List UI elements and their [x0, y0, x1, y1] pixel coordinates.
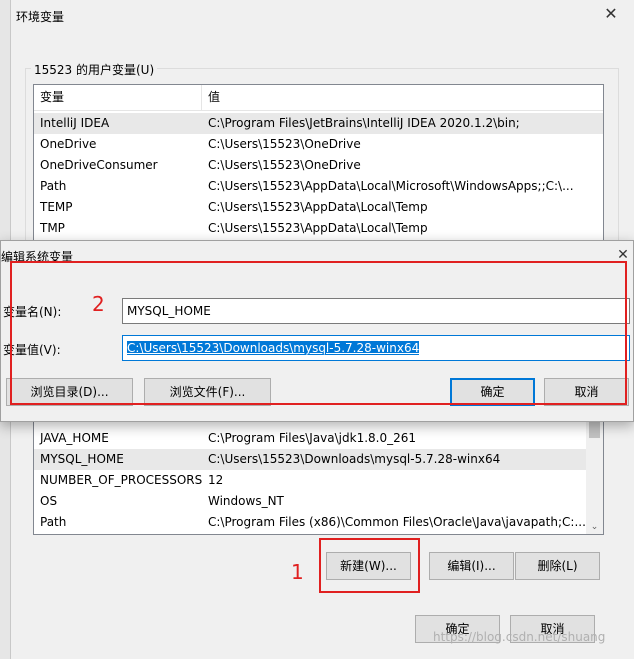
- table-row[interactable]: OneDriveConsumer C:\Users\15523\OneDrive: [34, 155, 603, 176]
- user-vars-group-label: 15523 的用户变量(U): [31, 61, 158, 78]
- list-header: 变量 值: [34, 85, 603, 111]
- row-name: IntelliJ IDEA: [40, 116, 110, 130]
- row-value: C:\Users\15523\OneDrive: [208, 158, 361, 172]
- row-value: C:\Program Files\Java\jdk1.8.0_261: [208, 431, 417, 445]
- row-name: OneDrive: [40, 137, 97, 151]
- annotation-number-1: 1: [291, 560, 304, 584]
- edit-variable-dialog: 编辑系统变量 ✕ 变量名(N): MYSQL_HOME 变量值(V): C:\U…: [0, 240, 634, 422]
- row-value: C:\Users\15523\Downloads\mysql-5.7.28-wi…: [208, 452, 501, 466]
- vertical-scrollbar[interactable]: ⌄: [586, 406, 603, 534]
- table-row[interactable]: IntelliJ IDEA C:\Program Files\JetBrains\…: [34, 113, 603, 134]
- row-name: TEMP: [40, 200, 73, 214]
- watermark: https://blog.csdn.net/shuang: [433, 630, 606, 644]
- edit-button[interactable]: 编辑(I)...: [429, 552, 514, 580]
- table-row[interactable]: JAVA_HOME C:\Program Files\Java\jdk1.8.0_…: [34, 428, 603, 449]
- table-row[interactable]: OS Windows_NT: [34, 491, 603, 512]
- row-name: Path: [40, 179, 67, 193]
- header-value[interactable]: 值: [208, 85, 220, 110]
- row-name: JAVA_HOME: [40, 431, 109, 445]
- row-value: C:\Users\15523\AppData\Local\Temp: [208, 200, 428, 214]
- row-value: C:\Program Files (x86)\Common Files\Orac…: [208, 515, 586, 529]
- row-value: C:\Users\15523\AppData\Local\Temp: [208, 221, 428, 235]
- annotation-box-1: [319, 538, 420, 593]
- system-vars-list[interactable]: JAVA_HOME C:\Program Files\Java\jdk1.8.0_…: [33, 405, 604, 535]
- table-row[interactable]: NUMBER_OF_PROCESSORS 12: [34, 470, 603, 491]
- window-title: 环境变量: [16, 10, 65, 24]
- row-name: NUMBER_OF_PROCESSORS: [40, 473, 203, 487]
- table-row[interactable]: OneDrive C:\Users\15523\OneDrive: [34, 134, 603, 155]
- annotation-number-2: 2: [92, 292, 105, 316]
- delete-button[interactable]: 删除(L): [515, 552, 600, 580]
- row-value: C:\Users\15523\AppData\Local\Microsoft\W…: [208, 179, 574, 193]
- table-row[interactable]: Path C:\Program Files (x86)\Common Files\…: [34, 512, 603, 533]
- chevron-down-icon[interactable]: ⌄: [586, 522, 603, 532]
- table-row[interactable]: Path C:\Users\15523\AppData\Local\Microso…: [34, 176, 603, 197]
- header-variable[interactable]: 变量: [40, 85, 64, 110]
- row-value: C:\Program Files\JetBrains\IntelliJ IDEA…: [208, 116, 520, 130]
- row-name: Path: [40, 515, 67, 529]
- table-row[interactable]: TMP C:\Users\15523\AppData\Local\Temp: [34, 218, 603, 239]
- row-value: 12: [208, 473, 224, 487]
- row-name: MYSQL_HOME: [40, 452, 124, 466]
- row-name: TMP: [40, 221, 65, 235]
- close-icon[interactable]: ✕: [601, 4, 621, 24]
- table-row[interactable]: TEMP C:\Users\15523\AppData\Local\Temp: [34, 197, 603, 218]
- row-value: C:\Users\15523\OneDrive: [208, 137, 361, 151]
- table-row[interactable]: MYSQL_HOME C:\Users\15523\Downloads\mysql…: [34, 449, 586, 470]
- row-value: Windows_NT: [208, 494, 284, 508]
- row-name: OneDriveConsumer: [40, 158, 158, 172]
- user-vars-list[interactable]: 变量 值 IntelliJ IDEA C:\Program Files\JetBr…: [33, 84, 604, 244]
- row-name: OS: [40, 494, 58, 508]
- annotation-box-2: [10, 261, 627, 405]
